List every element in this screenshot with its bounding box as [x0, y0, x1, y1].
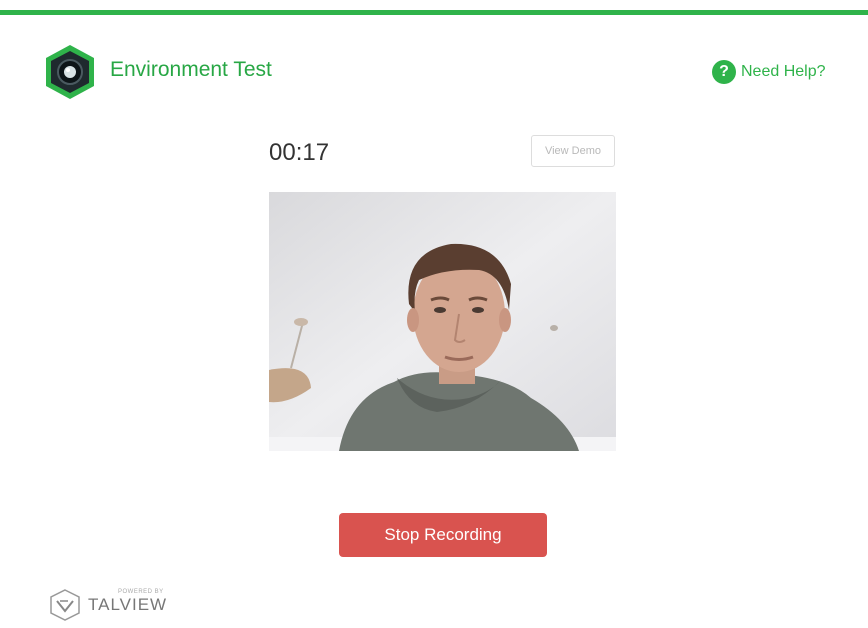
powered-by-label: POWERED BY: [118, 589, 164, 595]
talview-brand: POWERED BY TALVIEW: [48, 588, 167, 622]
recording-timer: 00:17: [269, 139, 330, 166]
talview-logo-icon: [48, 588, 82, 622]
need-help-link[interactable]: ? Need Help?: [712, 60, 826, 84]
question-circle-icon: ?: [712, 60, 736, 84]
webcam-preview: [269, 192, 616, 451]
brand-name: TALVIEW: [88, 595, 168, 614]
page-title: Environment Test: [110, 58, 272, 81]
app-logo-icon: [44, 44, 96, 100]
need-help-label: Need Help?: [741, 63, 826, 80]
view-demo-button[interactable]: View Demo: [531, 135, 615, 167]
stop-recording-button[interactable]: Stop Recording: [339, 513, 547, 557]
top-accent-bar: [0, 10, 868, 15]
